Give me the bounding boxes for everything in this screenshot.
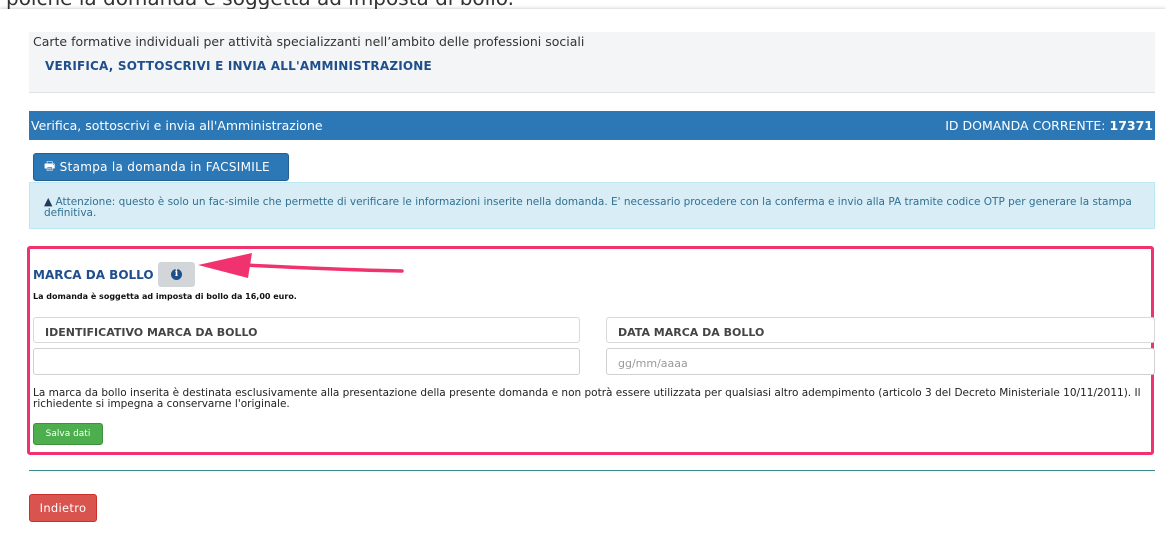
section-divider	[29, 470, 1155, 471]
pointer-arrow	[198, 253, 404, 278]
bollo-id-label: IDENTIFICATIVO MARCA DA BOLLO	[33, 317, 580, 343]
application-id-value: 17371	[1109, 118, 1154, 133]
bollo-id-input[interactable]	[33, 348, 580, 375]
bollo-section-title: MARCA DA BOLLO	[33, 268, 154, 282]
back-button[interactable]: Indietro	[29, 494, 97, 522]
bollo-info-button[interactable]: i	[158, 262, 195, 287]
application-id-label: ID DOMANDA CORRENTE:	[945, 118, 1106, 133]
current-application-id: ID DOMANDA CORRENTE: 17371	[945, 118, 1153, 133]
facsimile-alert: ▲ Attenzione: questo è solo un fac-simile…	[29, 182, 1155, 229]
info-icon: i	[171, 269, 182, 280]
panel-header-bar: Verifica, sottoscrivi e invia all'Ammini…	[29, 111, 1155, 140]
bollo-disclaimer: La marca da bollo inserita è destinata e…	[33, 387, 1141, 410]
bollo-tax-note: La domanda è soggetta ad imposta di boll…	[33, 292, 297, 301]
bollo-date-label: DATA MARCA DA BOLLO	[606, 317, 1155, 343]
page-subtitle: Carte formative individuali per attività…	[33, 34, 585, 49]
alert-text: Attenzione: questo è solo un fac-simile …	[44, 196, 1132, 219]
print-facsimile-button[interactable]: 🖶 Stampa la domanda in FACSIMILE	[33, 153, 289, 181]
print-button-label: Stampa la domanda in FACSIMILE	[59, 160, 270, 174]
page-title: VERIFICA, SOTTOSCRIVI E INVIA ALL'AMMINI…	[45, 59, 432, 73]
print-icon: 🖶	[44, 158, 56, 173]
bollo-date-input[interactable]: gg/mm/aaaa	[606, 348, 1155, 375]
page-header: Carte formative individuali per attività…	[29, 32, 1155, 93]
panel-title: Verifica, sottoscrivi e invia all'Ammini…	[31, 118, 323, 133]
save-data-button[interactable]: Salva dati	[33, 423, 103, 445]
